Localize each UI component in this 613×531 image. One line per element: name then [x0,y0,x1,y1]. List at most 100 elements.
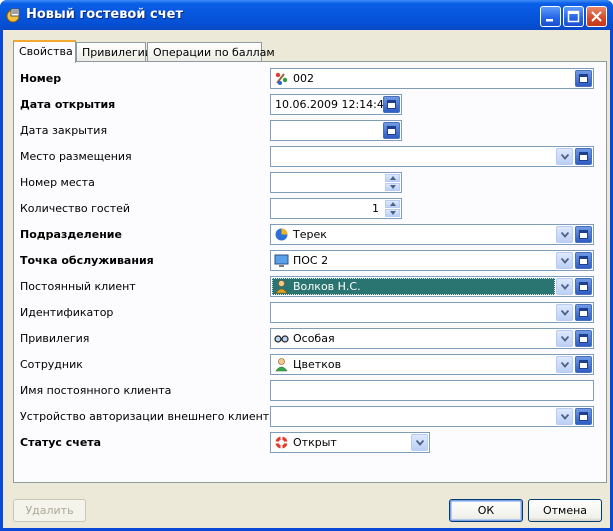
privilege-label: Привилегия [20,332,90,345]
tab-points-operations[interactable]: Операции по баллам [147,42,275,62]
regular-client-name-input[interactable] [270,380,594,401]
division-value: Терек [293,228,327,241]
placement-label: Место размещения [20,150,132,163]
close-date-label: Дата закрытия [20,124,108,137]
open-date-label: Дата открытия [20,98,116,111]
regular-client-dialog-button[interactable] [575,278,592,295]
auth-device-dialog-button[interactable] [575,408,592,425]
auth-device-dropdown-button[interactable] [556,408,573,425]
window-icon [579,74,588,83]
auth-device-combobox[interactable] [270,406,594,427]
identifier-dialog-button[interactable] [575,304,592,321]
employee-dropdown-button[interactable] [556,356,573,373]
window-icon [579,256,588,265]
privilege-combobox[interactable]: Особая [270,328,594,349]
identifier-dropdown-button[interactable] [556,304,573,321]
cancel-button[interactable]: Отмена [528,499,602,522]
chevron-down-icon [561,284,569,290]
chevron-up-icon [390,202,396,206]
placement-dialog-button[interactable] [575,148,592,165]
chevron-down-icon [561,310,569,316]
window-title: Новый гостевой счет [26,7,183,22]
tab-properties[interactable]: Свойства [13,40,76,63]
close-window-button[interactable] [586,6,607,27]
maximize-button[interactable] [563,6,584,27]
number-value: 002 [293,72,314,85]
maximize-icon [564,7,583,26]
employee-combobox[interactable]: Цветков [270,354,594,375]
number-dialog-button[interactable] [575,70,592,87]
palette-icon [275,72,288,85]
chevron-down-icon [561,362,569,368]
account-status-combobox[interactable]: Открыт [270,432,430,453]
open-date-dialog-button[interactable] [383,96,400,113]
minimize-button[interactable] [540,6,561,27]
spin-up-button[interactable] [385,200,400,208]
properties-panel: Номер 002 Дата открытия 10.06.2009 12:14… [13,61,607,483]
service-point-dialog-button[interactable] [575,252,592,269]
regular-client-value: Волков Н.С. [293,280,361,293]
pie-chart-icon [275,228,288,241]
glasses-icon [274,335,289,343]
guest-count-label: Количество гостей [20,202,131,215]
person-icon [275,358,288,372]
delete-button[interactable]: Удалить [13,499,86,522]
close-date-dialog-button[interactable] [383,122,400,139]
division-label: Подразделение [20,228,122,241]
privilege-dialog-button[interactable] [575,330,592,347]
monitor-icon [274,254,289,267]
placement-combobox[interactable] [270,146,594,167]
chevron-down-icon [390,185,396,189]
regular-client-dropdown-button[interactable] [556,278,573,295]
seat-number-spin-buttons[interactable] [385,174,400,191]
number-label: Номер [20,72,62,85]
window-icon [387,100,396,109]
spin-down-button[interactable] [385,209,400,217]
guest-count-value: 1 [372,202,379,215]
employee-dialog-button[interactable] [575,356,592,373]
service-point-combobox[interactable]: ПОС 2 [270,250,594,271]
account-status-dropdown-button[interactable] [411,434,428,451]
chevron-down-icon [390,211,396,215]
auth-device-label: Устройство авторизации внешнего клиента [20,410,276,423]
division-dialog-button[interactable] [575,226,592,243]
division-combobox[interactable]: Терек [270,224,594,245]
chevron-down-icon [561,414,569,420]
regular-client-combobox[interactable]: Волков Н.С. [270,276,594,297]
chevron-up-icon [390,176,396,180]
account-status-value: Открыт [293,436,337,449]
number-field[interactable]: 002 [270,68,594,89]
guest-count-spin-buttons[interactable] [385,200,400,217]
window-icon [579,230,588,239]
close-date-field[interactable] [270,120,402,141]
person-icon [275,280,288,294]
guest-count-spinner[interactable]: 1 [270,198,402,219]
division-dropdown-button[interactable] [556,226,573,243]
spin-up-button[interactable] [385,174,400,182]
seat-number-spinner[interactable] [270,172,402,193]
window-icon [579,282,588,291]
window-icon [579,334,588,343]
employee-label: Сотрудник [20,358,83,371]
service-point-dropdown-button[interactable] [556,252,573,269]
ok-button[interactable]: ОК [449,499,523,522]
minimize-icon [541,7,560,26]
employee-value: Цветков [293,358,342,371]
window-icon [579,308,588,317]
placement-dropdown-button[interactable] [556,148,573,165]
seat-number-label: Номер места [20,176,95,189]
regular-client-label: Постоянный клиент [20,280,136,293]
service-point-value: ПОС 2 [293,254,329,267]
open-date-value: 10.06.2009 12:14:45 [275,98,391,111]
open-date-field[interactable]: 10.06.2009 12:14:45 [270,94,402,115]
account-status-label: Статус счета [20,436,102,449]
title-bar[interactable]: Новый гостевой счет [0,0,613,30]
privilege-value: Особая [293,332,335,345]
window-icon [387,126,396,135]
privilege-dropdown-button[interactable] [556,330,573,347]
spin-down-button[interactable] [385,183,400,191]
tab-privileges[interactable]: Привилегии [76,42,152,62]
dialog-window: Новый гостевой счет Свойства Привилегии … [0,0,613,531]
lifebuoy-icon [275,436,288,449]
identifier-combobox[interactable] [270,302,594,323]
